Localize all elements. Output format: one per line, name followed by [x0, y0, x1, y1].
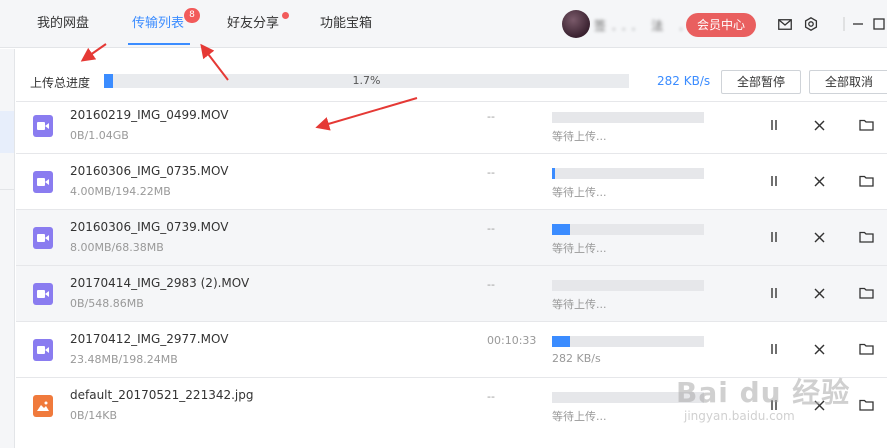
transfer-count-badge: 8 — [184, 8, 200, 23]
file-progress-bar — [552, 280, 704, 291]
table-row[interactable]: 20160219_IMG_0499.MOV 0B/1.04GB -- 等待上传.… — [16, 98, 887, 154]
time-remaining: -- — [487, 166, 495, 179]
file-progress-fill — [552, 336, 571, 347]
file-status: 等待上传... — [552, 410, 607, 423]
file-size: 8.00MB/68.38MB — [70, 241, 164, 254]
file-size: 4.00MB/194.22MB — [70, 185, 171, 198]
file-size: 0B/548.86MB — [70, 297, 144, 310]
close-icon[interactable] — [810, 284, 828, 302]
table-row[interactable]: 20170412_IMG_2977.MOV 23.48MB/198.24MB 0… — [16, 322, 887, 378]
file-progress-bar — [552, 336, 704, 347]
tab-feature-box[interactable]: 功能宝箱 — [320, 15, 372, 33]
active-tab-indicator — [128, 43, 190, 45]
notification-dot — [282, 12, 289, 19]
time-remaining: 00:10:33 — [487, 334, 537, 347]
folder-icon[interactable] — [857, 284, 875, 302]
close-icon[interactable] — [810, 228, 828, 246]
top-navigation-bar: 我的网盘 传输列表 8 好友分享 功能宝箱 签... 法 ... 会员中心 — [0, 0, 887, 48]
sidebar — [0, 49, 15, 448]
video-file-icon — [33, 339, 53, 361]
upload-total-progress: 上传总进度 1.7% 282 KB/s 全部暂停 全部取消 — [16, 62, 887, 102]
folder-icon[interactable] — [857, 116, 875, 134]
close-icon[interactable] — [810, 116, 828, 134]
upload-progress-label: 上传总进度 — [30, 76, 91, 90]
file-name: 20160306_IMG_0735.MOV — [70, 164, 229, 178]
overall-progress-bar: 1.7% — [104, 74, 629, 88]
mail-icon[interactable] — [777, 16, 793, 32]
file-name: 20170414_IMG_2983 (2).MOV — [70, 276, 250, 290]
folder-icon[interactable] — [857, 228, 875, 246]
table-row[interactable]: 20160306_IMG_0739.MOV 8.00MB/68.38MB -- … — [16, 210, 887, 266]
folder-icon[interactable] — [857, 340, 875, 358]
pause-icon[interactable] — [765, 116, 783, 134]
tab-friend-share[interactable]: 好友分享 — [227, 15, 279, 33]
file-name: 20160306_IMG_0739.MOV — [70, 220, 229, 234]
baidu-watermark: Bai du 经验 jingyan.baidu.com — [676, 371, 876, 441]
file-name: 20160219_IMG_0499.MOV — [70, 108, 229, 122]
file-size: 0B/1.04GB — [70, 129, 129, 142]
file-progress-fill — [552, 168, 556, 179]
file-progress-bar — [552, 112, 704, 123]
file-progress-bar — [552, 224, 704, 235]
file-status: 等待上传... — [552, 130, 607, 143]
file-status: 等待上传... — [552, 298, 607, 311]
sidebar-selected-item[interactable] — [0, 111, 14, 153]
close-icon[interactable] — [810, 340, 828, 358]
minimize-icon[interactable] — [850, 16, 866, 32]
cancel-all-button[interactable]: 全部取消 — [809, 70, 887, 94]
file-status: 等待上传... — [552, 186, 607, 199]
video-file-icon — [33, 227, 53, 249]
file-status: 282 KB/s — [552, 352, 601, 365]
file-size: 23.48MB/198.24MB — [70, 353, 178, 366]
upload-speed: 282 KB/s — [657, 74, 711, 88]
vip-center-button[interactable]: 会员中心 — [686, 13, 756, 37]
folder-icon[interactable] — [857, 172, 875, 190]
avatar[interactable] — [562, 10, 590, 38]
watermark-logo-text: Bai du 经验 — [676, 376, 851, 409]
file-progress-bar — [552, 168, 704, 179]
file-name: default_20170521_221342.jpg — [70, 388, 254, 402]
file-status: 等待上传... — [552, 242, 607, 255]
watermark-url: jingyan.baidu.com — [684, 409, 795, 423]
time-remaining: -- — [487, 278, 495, 291]
settings-icon[interactable] — [803, 16, 819, 32]
table-row[interactable]: 20160306_IMG_0735.MOV 4.00MB/194.22MB --… — [16, 154, 887, 210]
table-row[interactable]: 20170414_IMG_2983 (2).MOV 0B/548.86MB --… — [16, 266, 887, 322]
time-remaining: -- — [487, 390, 495, 403]
file-progress-fill — [552, 224, 571, 235]
video-file-icon — [33, 115, 53, 137]
file-size: 0B/14KB — [70, 409, 118, 422]
tab-my-netdisk[interactable]: 我的网盘 — [37, 15, 89, 33]
tab-transfer-list[interactable]: 传输列表 — [132, 15, 184, 33]
file-name: 20170412_IMG_2977.MOV — [70, 332, 229, 346]
image-file-icon — [33, 395, 53, 417]
sidebar-divider — [0, 189, 14, 190]
pause-icon[interactable] — [765, 284, 783, 302]
time-remaining: -- — [487, 110, 495, 123]
pause-icon[interactable] — [765, 172, 783, 190]
pause-icon[interactable] — [765, 228, 783, 246]
maximize-icon[interactable] — [871, 16, 887, 32]
video-file-icon — [33, 283, 53, 305]
overall-percent-text: 1.7% — [352, 74, 381, 87]
time-remaining: -- — [487, 222, 495, 235]
pause-icon[interactable] — [765, 340, 783, 358]
pause-all-button[interactable]: 全部暂停 — [721, 70, 801, 94]
close-icon[interactable] — [810, 172, 828, 190]
video-file-icon — [33, 171, 53, 193]
